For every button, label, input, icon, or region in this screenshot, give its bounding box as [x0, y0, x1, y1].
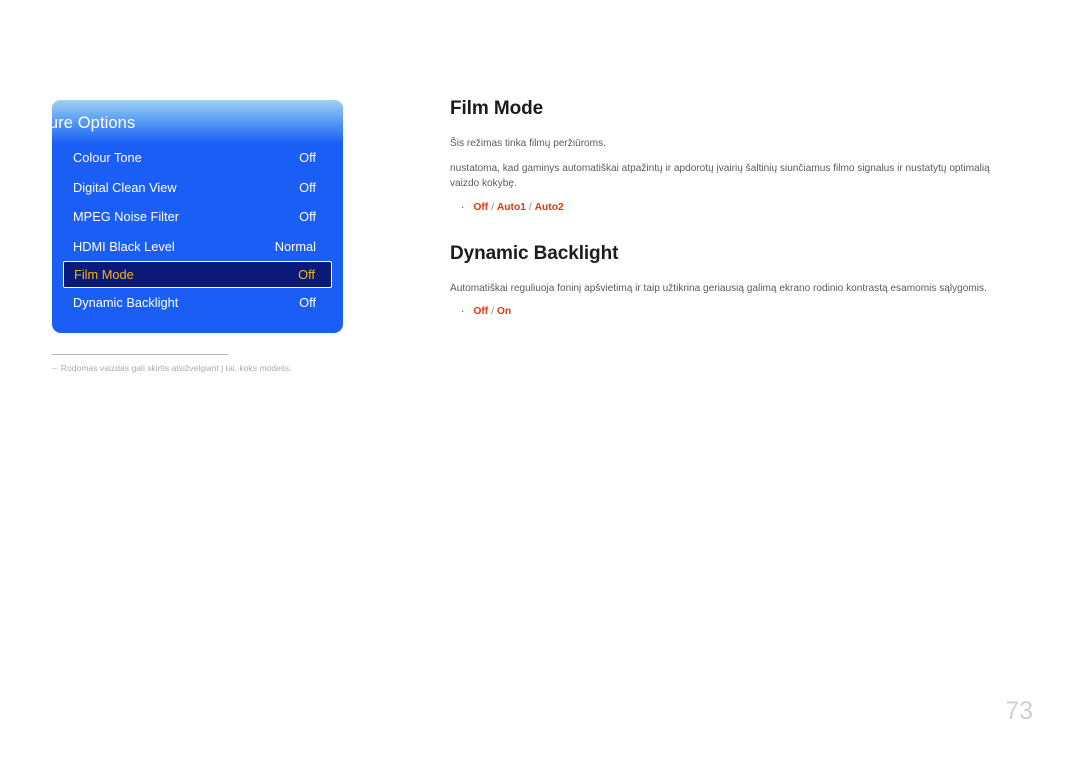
- osd-menu-item-value: Off: [298, 267, 315, 282]
- section-heading: Film Mode: [450, 98, 544, 119]
- option-value: Auto2: [534, 201, 564, 213]
- footnote-dash: –: [52, 363, 57, 373]
- section-heading: Dynamic Backlight: [450, 242, 619, 264]
- section-paragraph: Automatiškai reguliuoja foninį apšvietim…: [450, 282, 987, 294]
- osd-menu-item[interactable]: Digital Clean View Off: [52, 173, 343, 203]
- option-separator: /: [525, 201, 535, 213]
- osd-menu-item-value: Off: [299, 179, 316, 195]
- osd-menu-item[interactable]: Colour Tone Off: [52, 143, 343, 173]
- osd-menu-item-label: Film Mode: [74, 267, 134, 282]
- option-value: Off: [473, 201, 489, 213]
- footnote-divider: [52, 354, 228, 355]
- osd-menu-item-label: Digital Clean View: [73, 179, 177, 195]
- osd-menu-item-label: Colour Tone: [73, 150, 142, 166]
- osd-menu-item-value: Normal: [274, 238, 316, 254]
- option-separator: /: [488, 201, 497, 213]
- option-separator: /: [488, 306, 497, 317]
- section-paragraph: Šis režimas tinka filmų peržiūroms.: [450, 138, 606, 149]
- option-values: Off / On: [473, 305, 511, 319]
- osd-menu-item-value: Off: [299, 209, 316, 225]
- option-values: Off / Auto1 / Auto2: [473, 201, 563, 215]
- documentation-content: Film Mode Šis režimas tinka filmų peržiūr…: [450, 98, 1022, 323]
- osd-menu-item-label: Dynamic Backlight: [73, 295, 179, 311]
- option-value: Off: [473, 306, 489, 317]
- osd-menu-item-label: MPEG Noise Filter: [73, 209, 179, 225]
- osd-menu-item[interactable]: Film Mode Off: [63, 261, 332, 288]
- osd-menu-item[interactable]: MPEG Noise Filter Off: [52, 202, 343, 232]
- option-values-row: · Off / On: [450, 305, 1022, 319]
- option-values-row: · Off / Auto1 / Auto2: [450, 201, 1022, 215]
- footnote-note: – Rodomas vaizdas gali skirtis atsižvelgi…: [52, 363, 291, 373]
- option-value: On: [496, 306, 512, 317]
- page-number: 73: [1005, 697, 1033, 725]
- osd-panel-title: Picture Options: [21, 114, 136, 132]
- picture-options-osd-panel: Colour Tone Off Digital Clean View Off MPEG …: [52, 100, 343, 333]
- bullet-icon: ·: [461, 201, 465, 213]
- footnote-text: Rodomas vaizdas gali skirtis atsižvelgia…: [60, 363, 292, 373]
- osd-menu-item-value: Off: [299, 295, 316, 311]
- option-value: Auto1: [496, 201, 526, 213]
- section-paragraph: nustatoma, kad gaminys automatiškai atpa…: [450, 162, 990, 190]
- osd-menu-item-value: Off: [299, 150, 316, 166]
- bullet-icon: ·: [461, 306, 465, 317]
- osd-menu-item-label: HDMI Black Level: [73, 238, 175, 254]
- osd-menu-item[interactable]: HDMI Black Level Normal: [52, 232, 343, 262]
- osd-menu-list: Colour Tone Off Digital Clean View Off MPEG …: [52, 143, 343, 318]
- osd-menu-item[interactable]: Dynamic Backlight Off: [52, 288, 343, 318]
